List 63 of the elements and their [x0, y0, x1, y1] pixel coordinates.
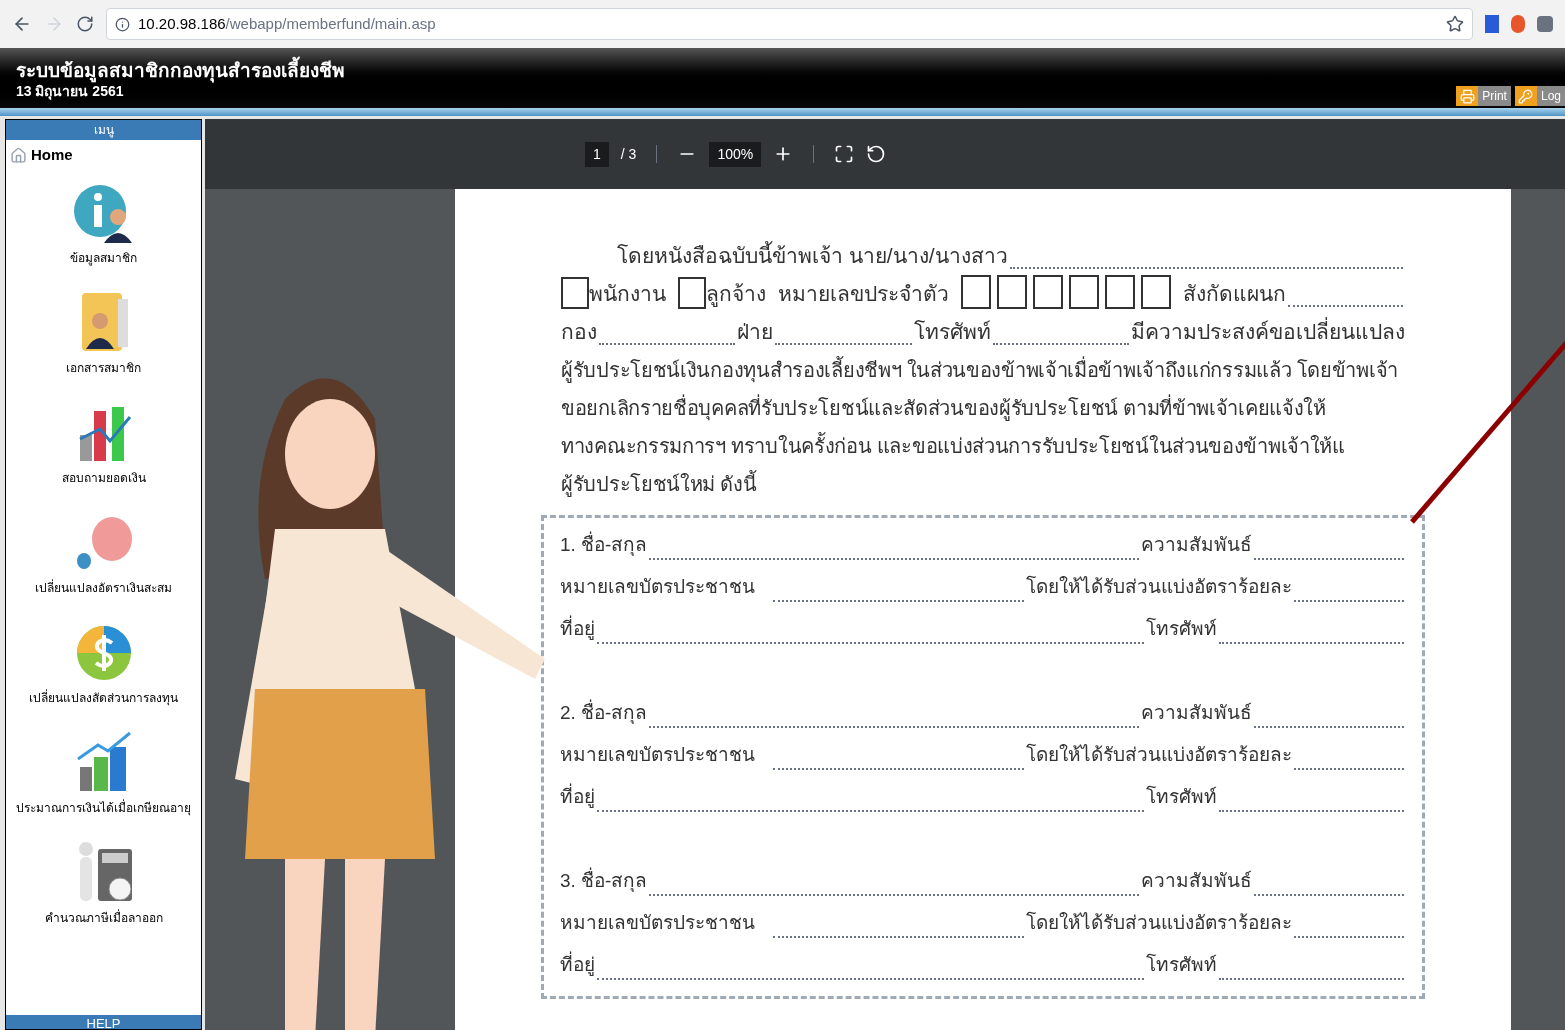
form-text: ฝ่าย: [737, 319, 774, 345]
current-date: 13 มิถุนายน 2561: [16, 83, 125, 100]
menu-item[interactable]: ข้อมูลสมาชิก: [70, 178, 137, 267]
menu-item[interactable]: เปลี่ยนแปลงอัตราเงินสะสม: [35, 508, 172, 597]
menu-item[interactable]: ประมาณการเงินได้เมื่อเกษียณอายุ: [16, 728, 191, 817]
form-text: โดยให้ได้รับส่วนแบ่งอัตราร้อยละ: [1026, 574, 1292, 599]
form-text: ผู้รับประโยชน์เงินกองทุนสำรองเลี้ยงชีพฯ ในส่วนของข้าพเจ้าเมื่อข้าพเจ้าถึงแก่กรรมแล้ว โดยข้าพเจ้า: [561, 351, 1405, 389]
digit-box[interactable]: [1141, 275, 1171, 309]
form-text: ขอยกเลิกรายชื่อบุคคลที่รับประโยชน์และสัดส่วนของผู้รับประโยชน์ ตามที่ข้าพเจ้าเคยแจ้งให้: [561, 389, 1405, 427]
home-link[interactable]: Home: [6, 140, 201, 171]
form-text: หมายเลขบัตรประชาชน: [560, 575, 755, 599]
form-text: ที่อยู่: [560, 776, 595, 818]
digit-box[interactable]: [1033, 275, 1063, 309]
digit-box[interactable]: [961, 275, 991, 309]
page-count: / 3: [620, 144, 637, 164]
menu-item[interactable]: เอกสารสมาชิก: [66, 288, 141, 377]
form-text: โดยหนังสือฉบับนี้ข้าพเจ้า นาย/นาง/นางสาว: [617, 237, 1008, 275]
address-bar[interactable]: 10.20.98.186/webapp/memberfund/main.asp: [106, 8, 1473, 40]
form-text: หมายเลขประจำตัว: [778, 281, 949, 307]
menu-item[interactable]: เปลี่ยนแปลงสัดส่วนการลงทุน: [29, 618, 178, 707]
fit-page-icon[interactable]: [834, 144, 855, 164]
form-text: หมายเลขบัตรประชาชน: [560, 743, 755, 767]
reload-icon[interactable]: [76, 15, 94, 33]
form-text: โทรศัพท์: [913, 319, 991, 345]
extension-icon[interactable]: [1537, 16, 1553, 32]
form-text: 3. ชื่อ-สกุล: [560, 860, 648, 902]
form-text: ที่อยู่: [560, 944, 595, 986]
digit-box[interactable]: [997, 275, 1027, 309]
checkbox[interactable]: [561, 277, 589, 309]
rotate-icon[interactable]: [866, 144, 887, 164]
form-text: 1. ชื่อ-สกุล: [560, 524, 648, 566]
form-text: ความสัมพันธ์: [1141, 701, 1252, 725]
form-text: 2. ชื่อ-สกุล: [560, 692, 648, 734]
home-icon: [10, 146, 27, 164]
form-text: ที่อยู่: [560, 608, 595, 650]
form-text: ความสัมพันธ์: [1141, 869, 1252, 893]
form-text: ผู้รับประโยชน์ใหม่ ดังนี้: [561, 465, 1405, 503]
form-text: ทางคณะกรรมการฯ ทราบในครั้งก่อน และขอแบ่งส่วนการรับประโยชน์ในส่วนของข้าพเจ้าให้แ: [561, 427, 1405, 465]
form-text: โทรศัพท์: [1146, 784, 1217, 809]
form-text: มีความประสงค์ขอเปลี่ยนแปลง: [1131, 313, 1405, 351]
checkbox-label: พนักงาน: [589, 281, 666, 307]
checkbox-label: ลูกจ้าง: [706, 281, 766, 309]
info-icon: [115, 16, 130, 32]
form-text: ความสัมพันธ์: [1141, 533, 1252, 557]
key-icon: [1514, 86, 1537, 106]
digit-box[interactable]: [1105, 275, 1135, 309]
bookmark-star-icon[interactable]: [1446, 15, 1464, 33]
zoom-field[interactable]: 100%: [709, 141, 762, 167]
form-text: โทรศัพท์: [1146, 616, 1217, 641]
checkbox[interactable]: [678, 277, 706, 309]
menu-item[interactable]: สอบถามยอดเงิน: [61, 398, 146, 487]
menu-heading: เมนู: [6, 120, 201, 140]
help-link[interactable]: HELP: [6, 1015, 201, 1029]
form-text: สังกัดแผนก: [1183, 281, 1286, 307]
printer-icon: [1456, 86, 1479, 106]
form-text: โดยให้ได้รับส่วนแบ่งอัตราร้อยละ: [1026, 910, 1292, 935]
form-text: โทรศัพท์: [1146, 952, 1217, 977]
digit-box[interactable]: [1069, 275, 1099, 309]
form-text: โดยให้ได้รับส่วนแบ่งอัตราร้อยละ: [1026, 742, 1292, 767]
form-text: หมายเลขบัตรประชาชน: [560, 911, 755, 935]
menu-item[interactable]: คำนวณภาษีเมื่อลาออก: [44, 838, 163, 927]
form-text: กอง: [561, 319, 597, 345]
page-number-field[interactable]: 1: [585, 141, 609, 167]
